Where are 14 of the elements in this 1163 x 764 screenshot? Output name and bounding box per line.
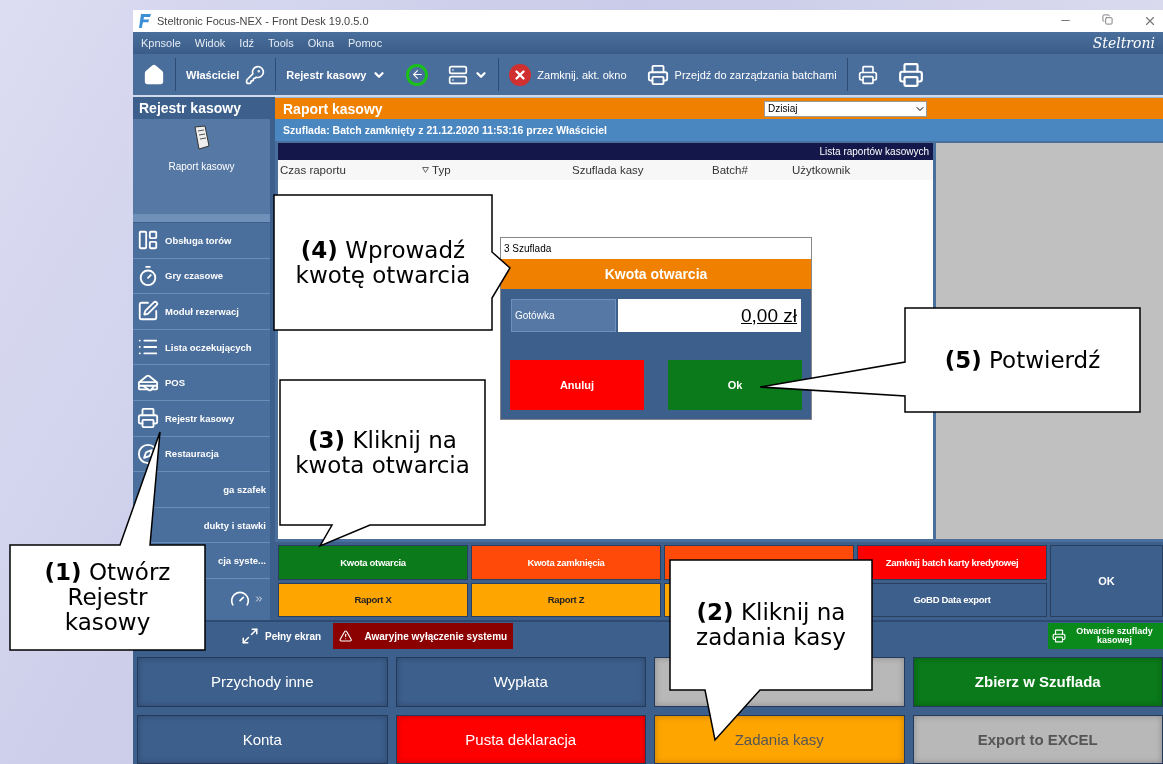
report-title: Raport kasowy: [283, 100, 383, 117]
callout-text: (2) Kliknij na zadania kasy: [695, 600, 847, 650]
dialog-title: 3 Szuflada: [501, 238, 811, 259]
callout-text: (5) Potwierdź: [944, 347, 1101, 373]
field-label: Gotówka: [511, 299, 616, 332]
brand-logo: Steltroni: [1092, 35, 1155, 51]
window-title: Steltronic Focus-NEX - Front Desk 19.0.5.0: [157, 15, 369, 27]
callout-text: (4) Wprowadź kwotę otwarcia: [294, 237, 472, 288]
list-title: Lista raportów kasowych: [819, 146, 929, 157]
callout-text: (1) Otwórz Rejestr kasowy: [43, 560, 172, 635]
sidebar-title: Rejestr kasowy: [133, 97, 270, 119]
dialog-header: Kwota otwarcia: [501, 259, 811, 289]
callout-text: (3) Kliknij na kwota otwarcia: [294, 427, 471, 478]
drawer-status: Szuflada: Batch zamknięty z 21.12.2020 11:53:16 przez Właściciel: [275, 119, 1163, 141]
